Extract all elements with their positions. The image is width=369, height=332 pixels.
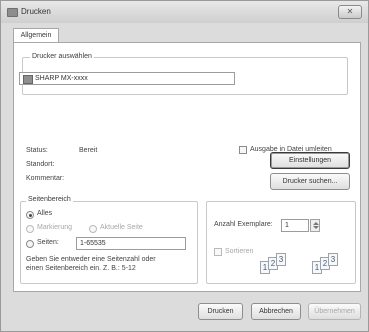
spinner-arrows-icon[interactable] (310, 219, 320, 232)
radio-all-label[interactable]: Alles (37, 210, 52, 217)
radio-pages-label[interactable]: Seiten: (37, 239, 59, 246)
collate-sheet: 3 (276, 253, 286, 266)
apply-button[interactable]: Übernehmen (308, 303, 361, 320)
radio-current-page[interactable] (89, 225, 97, 233)
window-title: Drucken (21, 7, 51, 16)
collate-pages-icon: 1 2 3 (312, 253, 344, 275)
print-dialog: Drucken ✕ Allgemein Drucker auswählen St… (0, 0, 369, 332)
printer-group-label: Drucker auswählen (30, 53, 94, 60)
page-range-hint-line1: Geben Sie entweder eine Seitenzahl oder (26, 256, 156, 263)
printer-icon (23, 75, 33, 84)
radio-pages[interactable] (26, 240, 34, 248)
radio-selection-label[interactable]: Markierung (37, 224, 72, 231)
radio-current-page-label[interactable]: Aktuelle Seite (100, 224, 143, 231)
location-label: Standort: (26, 161, 55, 168)
print-to-file-checkbox[interactable] (239, 146, 247, 154)
page-range-label: Seitenbereich (26, 196, 73, 203)
comment-label: Kommentar: (26, 175, 65, 182)
pages-input[interactable]: 1-65535 (76, 237, 186, 250)
cancel-button[interactable]: Abbrechen (251, 303, 301, 320)
title-bar: Drucken ✕ (1, 1, 368, 23)
find-printer-button[interactable]: Drucker suchen... (270, 173, 350, 190)
radio-all[interactable] (26, 211, 34, 219)
status-label: Status: (26, 147, 48, 154)
collate-pages-icon: 1 2 3 (260, 253, 292, 275)
printer-icon (7, 8, 18, 17)
page-range-hint-line2: einen Seitenbereich ein. Z. B.: 5-12 (26, 265, 136, 272)
copies-input[interactable]: 1 (281, 219, 309, 232)
collate-sheet: 3 (328, 253, 338, 266)
print-button[interactable]: Drucken (198, 303, 243, 320)
collate-label[interactable]: Sortieren (225, 248, 253, 255)
radio-selection[interactable] (26, 225, 34, 233)
tab-general[interactable]: Allgemein (13, 28, 59, 43)
settings-button[interactable]: Einstellungen (270, 152, 350, 169)
printer-list[interactable]: SHARP MX-xxxx (19, 72, 235, 85)
printer-list-item[interactable]: SHARP MX-xxxx (35, 75, 88, 82)
close-button[interactable]: ✕ (338, 5, 362, 19)
close-icon: ✕ (346, 7, 354, 16)
copies-label: Anzahl Exemplare: (214, 221, 273, 228)
collate-checkbox[interactable] (214, 248, 222, 256)
status-value: Bereit (79, 147, 98, 154)
